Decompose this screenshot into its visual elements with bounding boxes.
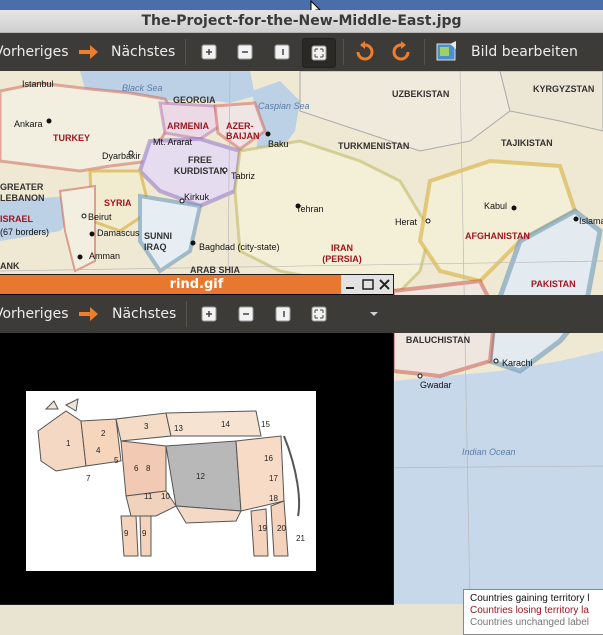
zoom-normal-button[interactable] [271, 41, 293, 63]
zoom-fit-icon [311, 306, 327, 322]
zoom-in-icon [201, 306, 217, 322]
svg-text:10: 10 [161, 492, 170, 501]
svg-text:18: 18 [269, 494, 278, 503]
separator [424, 39, 425, 65]
svg-text:7: 7 [86, 474, 91, 483]
arrow-right-icon [79, 45, 98, 59]
maximize-icon [362, 279, 374, 290]
svg-text:5: 5 [114, 456, 119, 465]
svg-text:2: 2 [101, 429, 106, 438]
svg-text:4: 4 [96, 446, 101, 455]
viewer-toolbar: Vorheriges Nächstes [0, 295, 603, 333]
cow-cuts-image: 123 456 789 9 10 11 12 13 14 15 16 17 18 19 20 2… [26, 391, 316, 571]
svg-text:21: 21 [296, 534, 305, 543]
svg-text:12: 12 [196, 472, 205, 481]
front-image-window: rind.gif Vorheriges Nächstes 1 2 3 4 5 6… [0, 275, 603, 604]
separator [186, 301, 187, 327]
minimize-icon [346, 287, 354, 289]
separator [185, 39, 186, 65]
zoom-in-button[interactable] [198, 41, 220, 63]
window-title: rind.gif [0, 275, 393, 294]
zoom-normal-icon [275, 306, 291, 322]
zoom-in-button[interactable] [198, 303, 220, 325]
rotate-left-icon[interactable] [354, 41, 376, 63]
map-legend: Countries gaining territory l Countries … [463, 589, 603, 635]
legend-gain: Countries gaining territory l [470, 593, 590, 604]
svg-text:20: 20 [277, 524, 286, 533]
legend-unchanged: Countries unchanged label [470, 617, 589, 628]
svg-text:16: 16 [264, 454, 273, 463]
zoom-fit-icon [311, 45, 327, 61]
minimize-button[interactable] [341, 275, 359, 294]
edit-image-icon[interactable] [436, 41, 458, 63]
window-title: The-Project-for-the-New-Middle-East.jpg [0, 10, 603, 33]
svg-text:15: 15 [261, 420, 270, 429]
next-button[interactable]: Nächstes [112, 295, 176, 333]
close-icon [379, 279, 390, 290]
prev-button[interactable]: Vorheriges [0, 33, 69, 71]
svg-text:13: 13 [174, 424, 183, 433]
zoom-out-icon [238, 306, 254, 322]
next-button[interactable]: Nächstes [111, 33, 175, 71]
zoom-out-button[interactable] [234, 41, 256, 63]
chevron-down-icon[interactable] [369, 310, 379, 318]
viewer-toolbar: Vorheriges Nächstes Bild bearbeiten [0, 33, 603, 71]
svg-text:17: 17 [269, 474, 278, 483]
edit-image-button[interactable]: Bild bearbeiten [471, 33, 578, 71]
zoom-in-icon [201, 44, 217, 60]
svg-text:3: 3 [144, 422, 149, 431]
svg-text:1: 1 [66, 439, 71, 448]
panel-strip [0, 0, 603, 16]
svg-text:11: 11 [144, 492, 153, 501]
zoom-out-icon [237, 44, 253, 60]
svg-text:9: 9 [124, 529, 129, 538]
rotate-right-icon[interactable] [390, 41, 412, 63]
zoom-normal-icon [274, 44, 290, 60]
svg-text:14: 14 [221, 420, 230, 429]
svg-text:9: 9 [142, 529, 147, 538]
cow-diagram: 123 456 789 91011 1213 14 151617 1819 20 2… [37, 398, 305, 557]
zoom-out-button[interactable] [235, 303, 257, 325]
zoom-fit-button[interactable] [302, 38, 336, 68]
svg-text:6: 6 [134, 464, 139, 473]
zoom-normal-button[interactable] [272, 303, 294, 325]
arrow-right-icon [79, 307, 98, 321]
svg-text:8: 8 [146, 464, 151, 473]
legend-lose: Countries losing territory la [470, 605, 589, 616]
prev-button[interactable]: Vorheriges [0, 295, 69, 333]
svg-text:19: 19 [258, 524, 267, 533]
close-button[interactable] [376, 275, 393, 294]
zoom-fit-button[interactable] [308, 303, 330, 325]
separator [343, 39, 344, 65]
maximize-button[interactable] [359, 275, 377, 294]
